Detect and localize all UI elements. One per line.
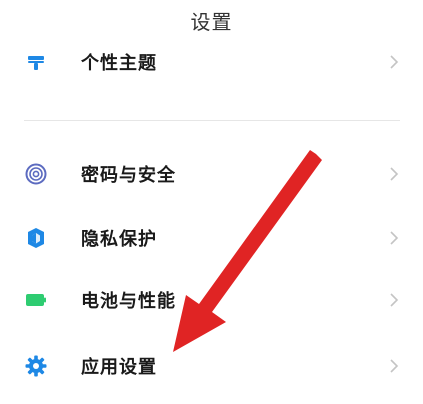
settings-item-privacy[interactable]: 隐私保护	[0, 212, 423, 264]
settings-item-label: 个性主题	[81, 53, 157, 74]
battery-icon	[26, 294, 46, 306]
chevron-right-icon	[390, 231, 399, 245]
settings-item-label: 应用设置	[81, 357, 157, 378]
privacy-shield-icon	[28, 228, 44, 248]
chevron-right-icon	[390, 55, 399, 69]
chevron-right-icon	[390, 293, 399, 307]
chevron-right-icon	[390, 167, 399, 181]
chevron-right-icon	[390, 359, 399, 373]
gear-icon	[25, 355, 47, 377]
settings-item-label: 密码与安全	[81, 165, 176, 186]
settings-item-label: 隐私保护	[81, 229, 157, 250]
settings-item-battery-performance[interactable]: 电池与性能	[0, 274, 423, 326]
settings-screen: 设置 个性主题 密码与安全 隐私保护 电池与性能 应用设置	[0, 0, 423, 404]
settings-item-app-settings[interactable]: 应用设置	[0, 340, 423, 392]
theme-icon	[28, 56, 44, 70]
section-divider	[24, 120, 400, 121]
fingerprint-icon	[25, 163, 47, 185]
settings-item-theme[interactable]: 个性主题	[0, 36, 423, 88]
settings-item-label: 电池与性能	[81, 291, 176, 312]
page-title: 设置	[190, 10, 233, 34]
settings-item-password-security[interactable]: 密码与安全	[0, 148, 423, 200]
